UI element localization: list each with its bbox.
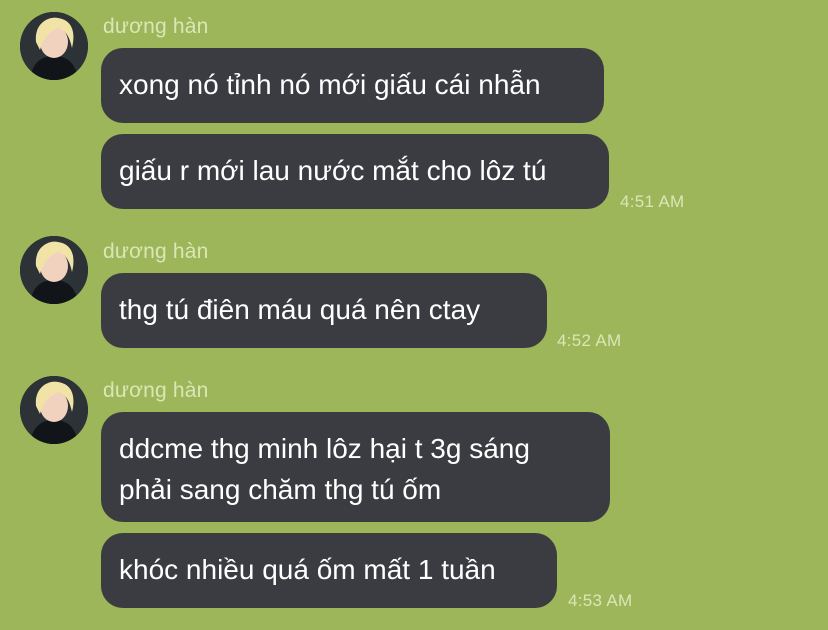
avatar-photo	[20, 12, 88, 80]
sender-avatar[interactable]	[20, 12, 88, 80]
sender-name: dương hàn	[103, 15, 209, 38]
sender-avatar[interactable]	[20, 236, 88, 304]
avatar-photo	[20, 376, 88, 444]
message-bubble[interactable]: ddcme thg minh lôz hại t 3g sáng phải sa…	[101, 412, 610, 522]
sender-avatar[interactable]	[20, 376, 88, 444]
message-bubble[interactable]: giấu r mới lau nước mắt cho lôz tú	[101, 134, 609, 209]
message-timestamp: 4:52 AM	[557, 331, 622, 350]
message-bubble[interactable]: khóc nhiều quá ốm mất 1 tuần	[101, 533, 557, 608]
message-bubble[interactable]: xong nó tỉnh nó mới giấu cái nhẫn	[101, 48, 604, 123]
message-timestamp: 4:53 AM	[568, 591, 633, 610]
sender-name: dương hàn	[103, 240, 209, 263]
sender-name: dương hàn	[103, 379, 209, 402]
avatar-photo	[20, 236, 88, 304]
message-bubble[interactable]: thg tú điên máu quá nên ctay	[101, 273, 547, 348]
message-timestamp: 4:51 AM	[620, 192, 685, 211]
